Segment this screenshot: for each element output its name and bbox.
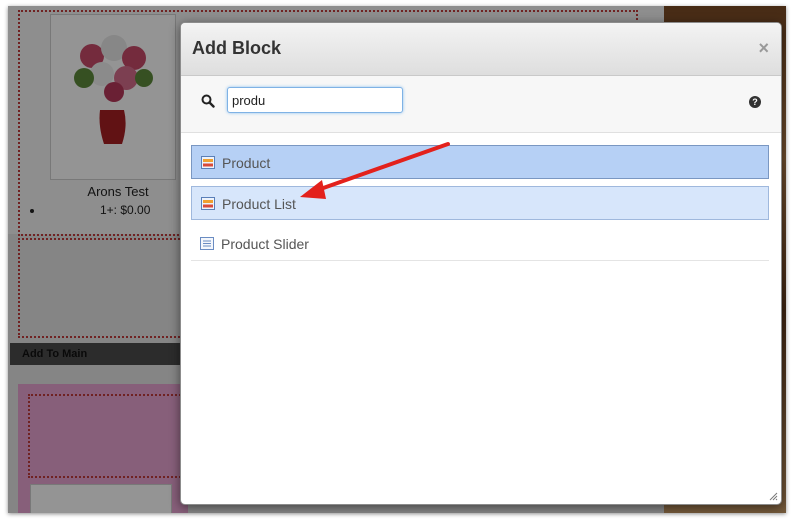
help-icon[interactable]: ?	[749, 96, 761, 108]
search-input[interactable]	[227, 87, 403, 113]
result-item-product-slider[interactable]: Product Slider	[191, 227, 769, 261]
search-icon	[201, 94, 215, 108]
add-block-dialog: Add Block × ? Product Pr	[180, 22, 782, 505]
slider-icon	[200, 237, 214, 250]
screenshot-frame: Arons Test 1+: $0.00 Add To Main Add Blo…	[8, 6, 786, 513]
result-item-product-list[interactable]: Product List	[191, 186, 769, 220]
result-label: Product Slider	[221, 236, 309, 252]
block-icon	[201, 156, 215, 169]
result-label: Product List	[222, 196, 296, 212]
resize-grip-icon[interactable]	[768, 491, 778, 501]
search-bar: ?	[181, 76, 781, 133]
block-icon	[201, 197, 215, 210]
close-icon[interactable]: ×	[758, 39, 769, 57]
result-label: Product	[222, 155, 271, 171]
result-item-product[interactable]: Product	[191, 145, 769, 179]
dialog-header: Add Block ×	[181, 23, 781, 76]
dialog-title: Add Block	[192, 38, 282, 58]
